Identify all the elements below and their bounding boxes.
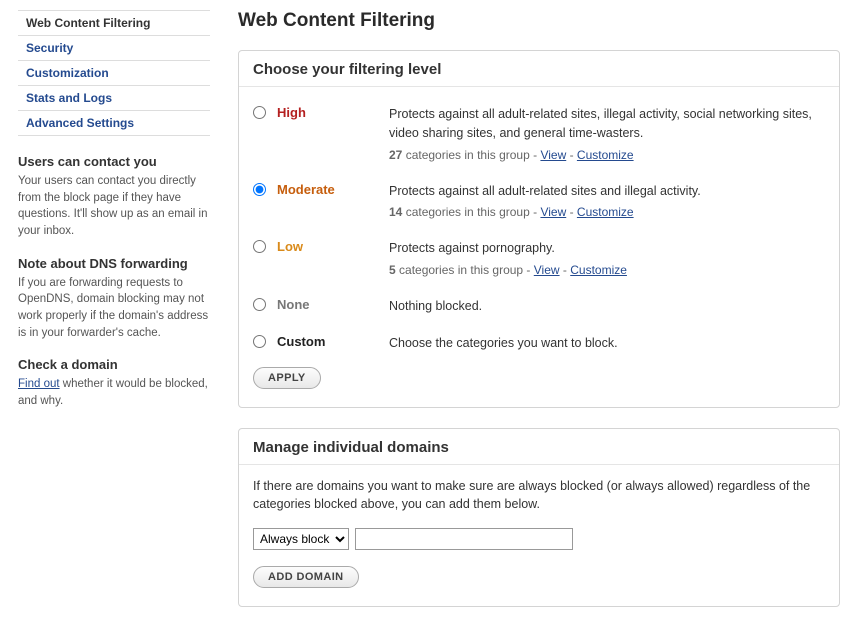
view-link-high[interactable]: View bbox=[540, 148, 566, 162]
view-link-low[interactable]: View bbox=[534, 263, 560, 277]
level-count-suffix-high: categories in this group - bbox=[402, 148, 540, 162]
level-count-high: 27 bbox=[389, 148, 402, 162]
level-desc-low: Protects against pornography. bbox=[389, 241, 555, 255]
customize-link-moderate[interactable]: Customize bbox=[577, 205, 634, 219]
page-title: Web Content Filtering bbox=[238, 10, 840, 32]
level-row-high: High Protects against all adult-related … bbox=[253, 99, 825, 176]
sep-high: - bbox=[566, 148, 577, 162]
level-label-custom[interactable]: Custom bbox=[277, 334, 389, 349]
level-desc-moderate: Protects against all adult-related sites… bbox=[389, 184, 701, 198]
side-heading-check: Check a domain bbox=[18, 357, 210, 372]
side-body-contact: Your users can contact you directly from… bbox=[18, 173, 210, 240]
level-label-low[interactable]: Low bbox=[277, 239, 389, 254]
radio-none[interactable] bbox=[253, 298, 266, 311]
level-count-suffix-low: categories in this group - bbox=[396, 263, 534, 277]
level-desc-none: Nothing blocked. bbox=[389, 299, 482, 313]
level-label-none[interactable]: None bbox=[277, 297, 389, 312]
sidebar-item-stats-and-logs[interactable]: Stats and Logs bbox=[18, 86, 210, 111]
radio-low[interactable] bbox=[253, 240, 266, 253]
filtering-panel: Choose your filtering level High Protect… bbox=[238, 50, 840, 408]
side-body-dns: If you are forwarding requests to OpenDN… bbox=[18, 275, 210, 342]
side-heading-dns: Note about DNS forwarding bbox=[18, 256, 210, 271]
radio-custom[interactable] bbox=[253, 335, 266, 348]
sidebar-nav: Web Content Filtering Security Customiza… bbox=[18, 10, 210, 136]
sidebar-item-security[interactable]: Security bbox=[18, 36, 210, 61]
radio-high[interactable] bbox=[253, 106, 266, 119]
sidebar-item-advanced-settings[interactable]: Advanced Settings bbox=[18, 111, 210, 136]
filtering-heading: Choose your filtering level bbox=[239, 51, 839, 87]
domains-panel: Manage individual domains If there are d… bbox=[238, 428, 840, 608]
apply-button[interactable]: APPLY bbox=[253, 367, 321, 389]
level-count-suffix-moderate: categories in this group - bbox=[402, 205, 540, 219]
side-section-contact: Users can contact you Your users can con… bbox=[18, 154, 210, 240]
level-desc-custom: Choose the categories you want to block. bbox=[389, 336, 618, 350]
add-domain-button[interactable]: ADD DOMAIN bbox=[253, 566, 359, 588]
side-heading-contact: Users can contact you bbox=[18, 154, 210, 169]
level-desc-high: Protects against all adult-related sites… bbox=[389, 107, 812, 140]
level-row-none: None Nothing blocked. bbox=[253, 291, 825, 328]
view-link-moderate[interactable]: View bbox=[540, 205, 566, 219]
level-count-moderate: 14 bbox=[389, 205, 402, 219]
sidebar-item-web-content-filtering[interactable]: Web Content Filtering bbox=[18, 11, 210, 36]
radio-moderate[interactable] bbox=[253, 183, 266, 196]
level-row-custom: Custom Choose the categories you want to… bbox=[253, 328, 825, 365]
customize-link-high[interactable]: Customize bbox=[577, 148, 634, 162]
customize-link-low[interactable]: Customize bbox=[570, 263, 627, 277]
find-out-link[interactable]: Find out bbox=[18, 378, 60, 390]
domain-input[interactable] bbox=[355, 528, 573, 550]
level-row-moderate: Moderate Protects against all adult-rela… bbox=[253, 176, 825, 234]
sidebar-item-customization[interactable]: Customization bbox=[18, 61, 210, 86]
sep-low: - bbox=[560, 263, 571, 277]
domains-heading: Manage individual domains bbox=[239, 429, 839, 465]
side-section-check: Check a domain Find out whether it would… bbox=[18, 357, 210, 409]
level-label-moderate[interactable]: Moderate bbox=[277, 182, 389, 197]
sep-moderate: - bbox=[566, 205, 577, 219]
side-section-dns: Note about DNS forwarding If you are for… bbox=[18, 256, 210, 342]
level-count-low: 5 bbox=[389, 263, 396, 277]
domains-desc: If there are domains you want to make su… bbox=[253, 477, 825, 515]
level-row-low: Low Protects against pornography. 5 cate… bbox=[253, 233, 825, 291]
level-label-high[interactable]: High bbox=[277, 105, 389, 120]
side-body-check: Find out whether it would be blocked, an… bbox=[18, 376, 210, 409]
domain-action-select[interactable]: Always block bbox=[253, 528, 349, 550]
